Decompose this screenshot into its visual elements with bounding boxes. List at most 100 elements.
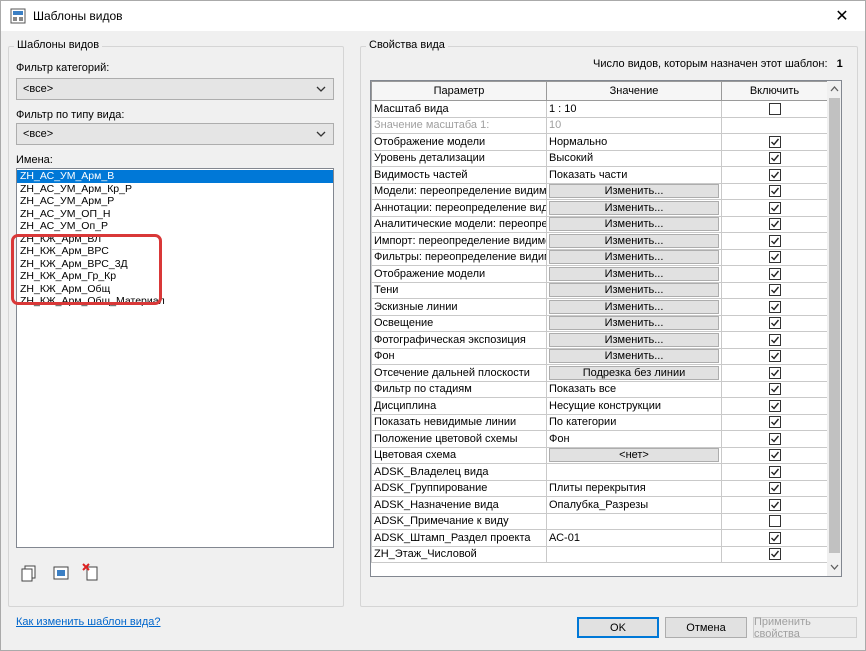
- include-checkbox[interactable]: [768, 300, 781, 313]
- property-name[interactable]: Показать невидимые линии: [371, 413, 547, 431]
- include-checkbox[interactable]: [768, 152, 781, 165]
- property-name[interactable]: Освещение: [371, 314, 547, 332]
- edit-value-button[interactable]: Изменить...: [549, 349, 719, 364]
- include-checkbox[interactable]: [768, 548, 781, 561]
- ok-button[interactable]: OK: [577, 617, 659, 638]
- scroll-up-icon[interactable]: [830, 85, 839, 92]
- edit-value-button[interactable]: Изменить...: [549, 184, 719, 199]
- property-name[interactable]: Цветовая схема: [371, 446, 547, 464]
- include-checkbox[interactable]: [768, 366, 781, 379]
- property-name[interactable]: ADSK_Штамп_Раздел проекта: [371, 529, 547, 547]
- close-button[interactable]: ✕: [819, 1, 865, 31]
- property-name[interactable]: ADSK_Назначение вида: [371, 496, 547, 514]
- property-value[interactable]: [546, 545, 722, 563]
- delete-icon[interactable]: [81, 562, 101, 582]
- property-name[interactable]: Эскизные линии: [371, 298, 547, 316]
- property-value[interactable]: 1 : 10: [546, 100, 722, 118]
- include-checkbox[interactable]: [768, 267, 781, 280]
- property-value[interactable]: Показать части: [546, 166, 722, 184]
- property-name[interactable]: Модели: переопределение видимости: [371, 182, 547, 200]
- property-name[interactable]: Положение цветовой схемы: [371, 430, 547, 448]
- column-header-value[interactable]: Значение: [546, 81, 722, 101]
- property-name[interactable]: Аннотации: переопределение видимости: [371, 199, 547, 217]
- property-value[interactable]: [546, 463, 722, 481]
- property-value[interactable]: Несущие конструкции: [546, 397, 722, 415]
- include-checkbox[interactable]: [768, 218, 781, 231]
- include-checkbox[interactable]: [768, 251, 781, 264]
- property-value[interactable]: 10: [546, 116, 722, 134]
- property-name[interactable]: Отсечение дальней плоскости: [371, 364, 547, 382]
- category-filter-dropdown[interactable]: <все>: [16, 78, 334, 100]
- include-checkbox[interactable]: [768, 482, 781, 495]
- template-list-item[interactable]: ZH_АС_УМ_ОП_Н: [17, 208, 333, 221]
- property-name[interactable]: Импорт: переопределение видимости: [371, 232, 547, 250]
- include-checkbox[interactable]: [768, 515, 781, 528]
- column-header-parameter[interactable]: Параметр: [371, 81, 547, 101]
- include-checkbox[interactable]: [768, 317, 781, 330]
- property-name[interactable]: Масштаб вида: [371, 100, 547, 118]
- property-value[interactable]: Опалубка_Разрезы: [546, 496, 722, 514]
- type-filter-dropdown[interactable]: <все>: [16, 123, 334, 145]
- edit-value-button[interactable]: Изменить...: [549, 233, 719, 248]
- scroll-down-icon[interactable]: [830, 564, 839, 571]
- include-checkbox[interactable]: [768, 185, 781, 198]
- include-checkbox[interactable]: [768, 449, 781, 462]
- include-checkbox[interactable]: [768, 432, 781, 445]
- edit-value-button[interactable]: Изменить...: [549, 332, 719, 347]
- property-value[interactable]: Плиты перекрытия: [546, 479, 722, 497]
- include-checkbox[interactable]: [768, 498, 781, 511]
- edit-value-button[interactable]: Изменить...: [549, 316, 719, 331]
- apply-properties-button[interactable]: Применить свойства: [753, 616, 857, 640]
- property-name[interactable]: Фон: [371, 347, 547, 365]
- property-value[interactable]: Показать все: [546, 380, 722, 398]
- edit-value-button[interactable]: Подрезка без линии: [549, 365, 719, 380]
- template-names-list[interactable]: ZH_АС_УМ_Арм_В ZH_АС_УМ_Арм_Кр_Р ZH_АС_УМ_…: [16, 168, 334, 548]
- include-checkbox[interactable]: [768, 135, 781, 148]
- include-checkbox[interactable]: [768, 102, 781, 115]
- property-value[interactable]: [546, 512, 722, 530]
- edit-value-button[interactable]: Изменить...: [549, 283, 719, 298]
- duplicate-icon[interactable]: [19, 563, 39, 583]
- property-value[interactable]: Нормально: [546, 133, 722, 151]
- property-name[interactable]: Тени: [371, 281, 547, 299]
- property-value[interactable]: По категории: [546, 413, 722, 431]
- property-name[interactable]: Видимость частей: [371, 166, 547, 184]
- include-checkbox[interactable]: [768, 416, 781, 429]
- property-name[interactable]: Фильтр по стадиям: [371, 380, 547, 398]
- template-list-item[interactable]: ZH_АС_УМ_Арм_Р: [17, 195, 333, 208]
- include-checkbox[interactable]: [768, 168, 781, 181]
- edit-value-button[interactable]: Изменить...: [549, 217, 719, 232]
- property-value[interactable]: Фон: [546, 430, 722, 448]
- rename-icon[interactable]: [51, 563, 71, 583]
- property-name[interactable]: Уровень детализации: [371, 149, 547, 167]
- include-checkbox[interactable]: [768, 333, 781, 346]
- include-checkbox[interactable]: [768, 284, 781, 297]
- property-name[interactable]: ADSK_Владелец вида: [371, 463, 547, 481]
- edit-value-button[interactable]: <нет>: [549, 448, 719, 463]
- property-name[interactable]: Отображение модели: [371, 265, 547, 283]
- vertical-scrollbar[interactable]: [827, 81, 841, 576]
- property-name[interactable]: Аналитические модели: переопределение: [371, 215, 547, 233]
- column-header-include[interactable]: Включить: [721, 81, 828, 101]
- property-name[interactable]: Фильтры: переопределение видимости: [371, 248, 547, 266]
- include-checkbox[interactable]: [768, 531, 781, 544]
- edit-value-button[interactable]: Изменить...: [549, 299, 719, 314]
- template-list-item[interactable]: ZH_АС_УМ_Арм_В: [17, 170, 333, 183]
- template-list-item[interactable]: ZH_АС_УМ_Оп_Р: [17, 220, 333, 233]
- include-checkbox[interactable]: [768, 234, 781, 247]
- include-checkbox[interactable]: [768, 465, 781, 478]
- property-value[interactable]: Высокий: [546, 149, 722, 167]
- property-name[interactable]: Отображение модели: [371, 133, 547, 151]
- edit-value-button[interactable]: Изменить...: [549, 200, 719, 215]
- property-name[interactable]: Дисциплина: [371, 397, 547, 415]
- property-name[interactable]: ZH_Этаж_Числовой: [371, 545, 547, 563]
- edit-value-button[interactable]: Изменить...: [549, 266, 719, 281]
- property-name[interactable]: Фотографическая экспозиция: [371, 331, 547, 349]
- property-value[interactable]: АС-01: [546, 529, 722, 547]
- include-checkbox[interactable]: [768, 350, 781, 363]
- property-name[interactable]: ADSK_Группирование: [371, 479, 547, 497]
- property-name[interactable]: ADSK_Примечание к виду: [371, 512, 547, 530]
- edit-value-button[interactable]: Изменить...: [549, 250, 719, 265]
- scroll-thumb[interactable]: [829, 98, 840, 553]
- include-checkbox[interactable]: [768, 383, 781, 396]
